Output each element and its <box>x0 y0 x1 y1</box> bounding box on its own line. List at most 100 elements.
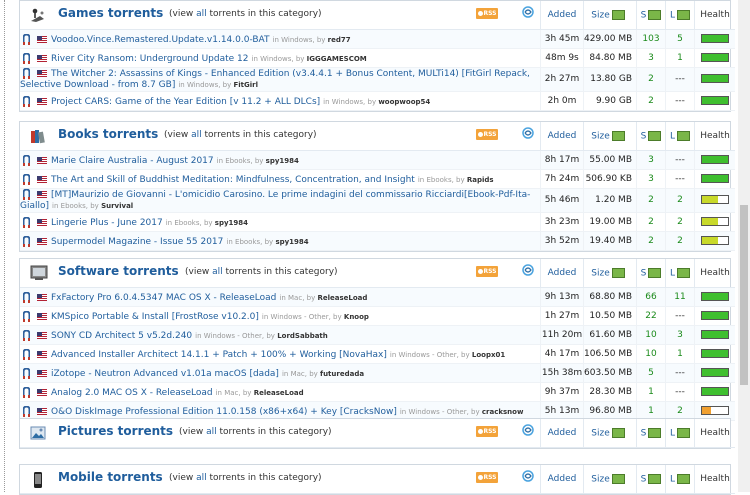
subcategory-link[interactable]: Windows - Other <box>204 332 262 340</box>
column-size[interactable]: Size <box>583 259 637 288</box>
magnet-icon[interactable] <box>22 188 31 200</box>
view-all-link[interactable]: all <box>196 9 207 19</box>
view-all-link[interactable]: all <box>196 473 207 483</box>
subcategory-link[interactable]: Mac <box>291 370 305 378</box>
subcategory-link[interactable]: Ebooks <box>61 202 86 210</box>
magnet-icon[interactable] <box>22 405 31 417</box>
column-seeders[interactable]: S <box>636 259 666 288</box>
column-added[interactable]: Added <box>540 465 584 494</box>
rss-feed-icon[interactable]: RSS <box>476 8 498 19</box>
subcategory-link[interactable]: Mac <box>288 294 302 302</box>
torrent-name-link[interactable]: The Witcher 2: Assassins of Kings - Enha… <box>20 69 530 90</box>
uploader-name[interactable]: ReleaseLoad <box>317 294 367 302</box>
torrent-name-link[interactable]: Advanced Installer Architect 14.1.1 + Pa… <box>51 350 387 360</box>
magnet-icon[interactable] <box>22 310 31 322</box>
torrent-name-link[interactable]: Lingerie Plus - June 2017 <box>51 218 163 228</box>
magnet-icon[interactable] <box>22 154 31 166</box>
category-title-link[interactable]: Mobile torrents <box>58 470 163 484</box>
refresh-swirl-icon[interactable] <box>522 6 534 18</box>
uploader-name[interactable]: woopwoop54 <box>378 98 430 106</box>
subcategory-link[interactable]: Windows <box>187 81 218 89</box>
column-seeders[interactable]: S <box>636 122 666 151</box>
vertical-scrollbar[interactable] <box>738 0 750 492</box>
magnet-icon[interactable] <box>22 67 31 79</box>
column-size[interactable]: Size <box>583 465 637 494</box>
subcategory-link[interactable]: Windows - Other <box>408 408 466 416</box>
torrent-name-link[interactable]: FxFactory Pro 6.0.4.5347 MAC OS X - Rele… <box>51 293 276 303</box>
subcategory-link[interactable]: Ebooks <box>426 176 451 184</box>
torrent-name-link[interactable]: SONY CD Architect 5 v5.2d.240 <box>51 331 192 341</box>
torrent-name-link[interactable]: Analog 2.0 MAC OS X - ReleaseLoad <box>51 388 213 398</box>
uploader-name[interactable]: ReleaseLoad <box>254 389 304 397</box>
uploader-name[interactable]: spy1984 <box>266 157 299 165</box>
category-title-link[interactable]: Games torrents <box>58 6 163 20</box>
uploader-name[interactable]: IGGGAMESCOM <box>307 55 367 63</box>
magnet-icon[interactable] <box>22 329 31 341</box>
rss-feed-icon[interactable]: RSS <box>476 266 498 277</box>
torrent-name-link[interactable]: O&O DiskImage Professional Edition 11.0.… <box>51 407 397 417</box>
uploader-name[interactable]: red77 <box>328 36 351 44</box>
uploader-name[interactable]: Rapids <box>467 176 494 184</box>
refresh-swirl-icon[interactable] <box>522 470 534 482</box>
subcategory-link[interactable]: Ebooks <box>225 157 250 165</box>
magnet-icon[interactable] <box>22 216 31 228</box>
magnet-icon[interactable] <box>22 33 31 45</box>
view-all-link[interactable]: all <box>206 427 217 437</box>
magnet-icon[interactable] <box>22 348 31 360</box>
torrent-name-link[interactable]: Project CARS: Game of the Year Edition [… <box>51 97 320 107</box>
uploader-name[interactable]: LordSabbath <box>277 332 328 340</box>
column-seeders[interactable]: S <box>636 465 666 494</box>
uploader-name[interactable]: spy1984 <box>275 238 308 246</box>
subcategory-link[interactable]: Windows <box>281 36 312 44</box>
column-leechers[interactable]: L <box>665 122 695 151</box>
torrent-name-link[interactable]: KMSpico Portable & Install [FrostRose v1… <box>51 312 259 322</box>
uploader-name[interactable]: Knoop <box>344 313 369 321</box>
uploader-name[interactable]: FitGirl <box>234 81 259 89</box>
column-leechers[interactable]: L <box>665 1 695 30</box>
magnet-icon[interactable] <box>22 291 31 303</box>
subcategory-link[interactable]: Windows <box>260 55 291 63</box>
torrent-name-link[interactable]: Voodoo.Vince.Remastered.Update.v1.14.0.0… <box>51 35 270 45</box>
magnet-icon[interactable] <box>22 95 31 107</box>
view-all-link[interactable]: all <box>191 130 202 140</box>
column-size[interactable]: Size <box>583 1 637 30</box>
column-added[interactable]: Added <box>540 1 584 30</box>
column-seeders[interactable]: S <box>636 1 666 30</box>
column-added[interactable]: Added <box>540 259 584 288</box>
magnet-icon[interactable] <box>22 386 31 398</box>
magnet-icon[interactable] <box>22 235 31 247</box>
refresh-swirl-icon[interactable] <box>522 424 534 436</box>
refresh-swirl-icon[interactable] <box>522 264 534 276</box>
column-added[interactable]: Added <box>540 122 584 151</box>
torrent-name-link[interactable]: Marie Claire Australia - August 2017 <box>51 156 214 166</box>
subcategory-link[interactable]: Mac <box>224 389 238 397</box>
uploader-name[interactable]: Survival <box>101 202 133 210</box>
column-leechers[interactable]: L <box>665 465 695 494</box>
scrollbar-thumb[interactable] <box>740 205 748 385</box>
category-title-link[interactable]: Pictures torrents <box>58 424 173 438</box>
subcategory-link[interactable]: Ebooks <box>235 238 260 246</box>
category-title-link[interactable]: Books torrents <box>58 127 158 141</box>
torrent-name-link[interactable]: The Art and Skill of Buddhist Meditation… <box>51 175 415 185</box>
rss-feed-icon[interactable]: RSS <box>476 472 498 483</box>
view-all-link[interactable]: all <box>212 267 223 277</box>
torrent-name-link[interactable]: iZotope - Neutron Advanced v1.01a macOS … <box>51 369 279 379</box>
rss-feed-icon[interactable]: RSS <box>476 129 498 140</box>
column-size[interactable]: Size <box>583 122 637 151</box>
column-leechers[interactable]: L <box>665 419 695 448</box>
column-added[interactable]: Added <box>540 419 584 448</box>
subcategory-link[interactable]: Ebooks <box>174 219 199 227</box>
column-leechers[interactable]: L <box>665 259 695 288</box>
magnet-icon[interactable] <box>22 52 31 64</box>
magnet-icon[interactable] <box>22 367 31 379</box>
uploader-name[interactable]: futuredada <box>320 370 364 378</box>
magnet-icon[interactable] <box>22 173 31 185</box>
subcategory-link[interactable]: Windows - Other <box>271 313 329 321</box>
uploader-name[interactable]: cracksnow <box>482 408 524 416</box>
torrent-name-link[interactable]: Supermodel Magazine - Issue 55 2017 <box>51 237 223 247</box>
torrent-name-link[interactable]: River City Ransom: Underground Update 12 <box>51 54 249 64</box>
subcategory-link[interactable]: Windows - Other <box>399 351 457 359</box>
uploader-name[interactable]: Loopx01 <box>472 351 505 359</box>
rss-feed-icon[interactable]: RSS <box>476 426 498 437</box>
subcategory-link[interactable]: Windows <box>332 98 363 106</box>
